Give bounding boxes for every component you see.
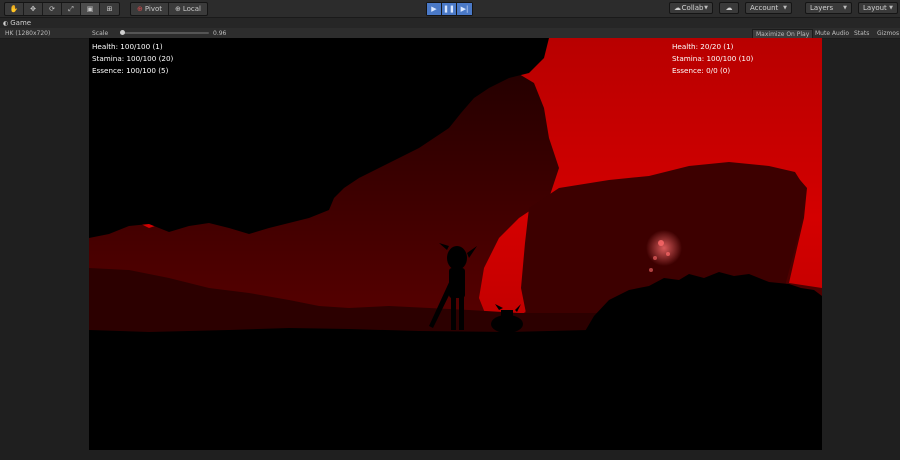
pivot-label: Pivot [144,5,163,13]
game-tab-label: Game [10,19,32,27]
cloud-icon: ☁ [725,4,733,12]
ember-particle [649,268,653,272]
main-toolbar: ✋ ✥ ⟳ ⤢ ▣ ⊞ ⊕ Pivot ⊕ Local ▶ ❚❚ ▶| ☁ Coll… [0,0,900,18]
chevron-down-icon: ▼ [843,5,847,11]
stats-toggle[interactable]: Stats [854,29,869,37]
play-icon: ▶ [431,5,437,13]
rect-icon: ▣ [86,5,94,13]
game-tab[interactable]: ◐ Game [3,18,31,28]
cloud-button[interactable]: ☁ [719,2,739,14]
step-icon: ▶| [460,5,469,13]
player-essence-text: Essence: 100/100 (5) [92,66,169,75]
ember-glow [646,230,682,266]
chevron-down-icon: ▼ [783,5,787,11]
gizmos-dropdown[interactable]: Gizmos [877,29,899,37]
ember-particle [658,240,664,246]
transform-tools: ✋ ✥ ⟳ ⤢ ▣ ⊞ [4,2,120,16]
scale-value: 0.96 [213,29,227,37]
enemy-health-text: Health: 20/20 (1) [672,42,734,51]
maximize-on-play-label: Maximize On Play [756,30,810,38]
transform-icon: ⊞ [106,5,113,13]
scale-label: Scale [92,29,109,37]
pause-button[interactable]: ❚❚ [442,3,457,15]
game-tab-bar: ◐ Game [0,18,900,28]
layout-label: Layout [863,4,887,12]
pivot-icon: ⊕ [136,5,143,13]
scale-tool-button[interactable]: ⤢ [62,3,81,15]
local-button[interactable]: ⊕ Local [169,3,207,15]
move-tool-button[interactable]: ✥ [24,3,43,15]
collab-icon: ☁ [674,4,681,12]
mute-audio-toggle[interactable]: Mute Audio [815,29,849,37]
rotate-icon: ⟳ [49,5,55,13]
scale-slider-track[interactable] [123,32,209,34]
transform-tool-button[interactable]: ⊞ [100,3,119,15]
game-scene [89,38,822,450]
play-button[interactable]: ▶ [427,3,442,15]
hand-icon: ✋ [9,5,19,13]
pause-icon: ❚❚ [443,5,455,13]
enemy-essence-text: Essence: 0/0 (0) [672,66,731,75]
resolution-label: HK (1280x720) [5,29,51,37]
playback-controls: ▶ ❚❚ ▶| [426,2,473,16]
local-icon: ⊕ [174,5,181,13]
collab-dropdown[interactable]: ☁ Collab ▼ [669,2,713,14]
player-health-text: Health: 100/100 (1) [92,42,163,51]
rotate-tool-button[interactable]: ⟳ [43,3,62,15]
layout-dropdown[interactable]: Layout ▼ [858,2,898,14]
step-button[interactable]: ▶| [457,3,472,15]
ember-particle [666,252,670,256]
ground [89,328,822,450]
chevron-down-icon: ▼ [704,5,708,11]
ember-particle [653,256,657,260]
layers-dropdown[interactable]: Layers ▼ [805,2,852,14]
enemy-stats-hud: Health: 20/20 (1) Stamina: 100/100 (10) … [672,41,753,77]
mute-audio-label: Mute Audio [815,29,849,37]
pivot-button[interactable]: ⊕ Pivot [131,3,169,15]
gizmos-label: Gizmos [877,29,900,37]
scale-slider-knob[interactable] [120,30,125,35]
game-icon: ◐ [3,19,9,27]
move-icon: ✥ [30,5,36,13]
resolution-dropdown[interactable]: HK (1280x720) [5,29,50,37]
rect-tool-button[interactable]: ▣ [81,3,100,15]
hand-tool-button[interactable]: ✋ [5,3,24,15]
game-viewport[interactable]: Health: 100/100 (1) Stamina: 100/100 (20… [89,38,822,450]
stats-label: Stats [854,29,870,37]
account-dropdown[interactable]: Account ▼ [745,2,792,14]
player-stamina-text: Stamina: 100/100 (20) [92,54,174,63]
local-label: Local [182,5,202,13]
player-stats-hud: Health: 100/100 (1) Stamina: 100/100 (20… [92,41,173,77]
enemy-stamina-text: Stamina: 100/100 (10) [672,54,754,63]
chevron-down-icon: ▼ [889,5,893,11]
collab-label: Collab [681,4,704,12]
pivot-toggles: ⊕ Pivot ⊕ Local [130,2,208,16]
layers-label: Layers [810,4,834,12]
scale-icon: ⤢ [68,4,74,13]
account-label: Account [750,4,779,12]
